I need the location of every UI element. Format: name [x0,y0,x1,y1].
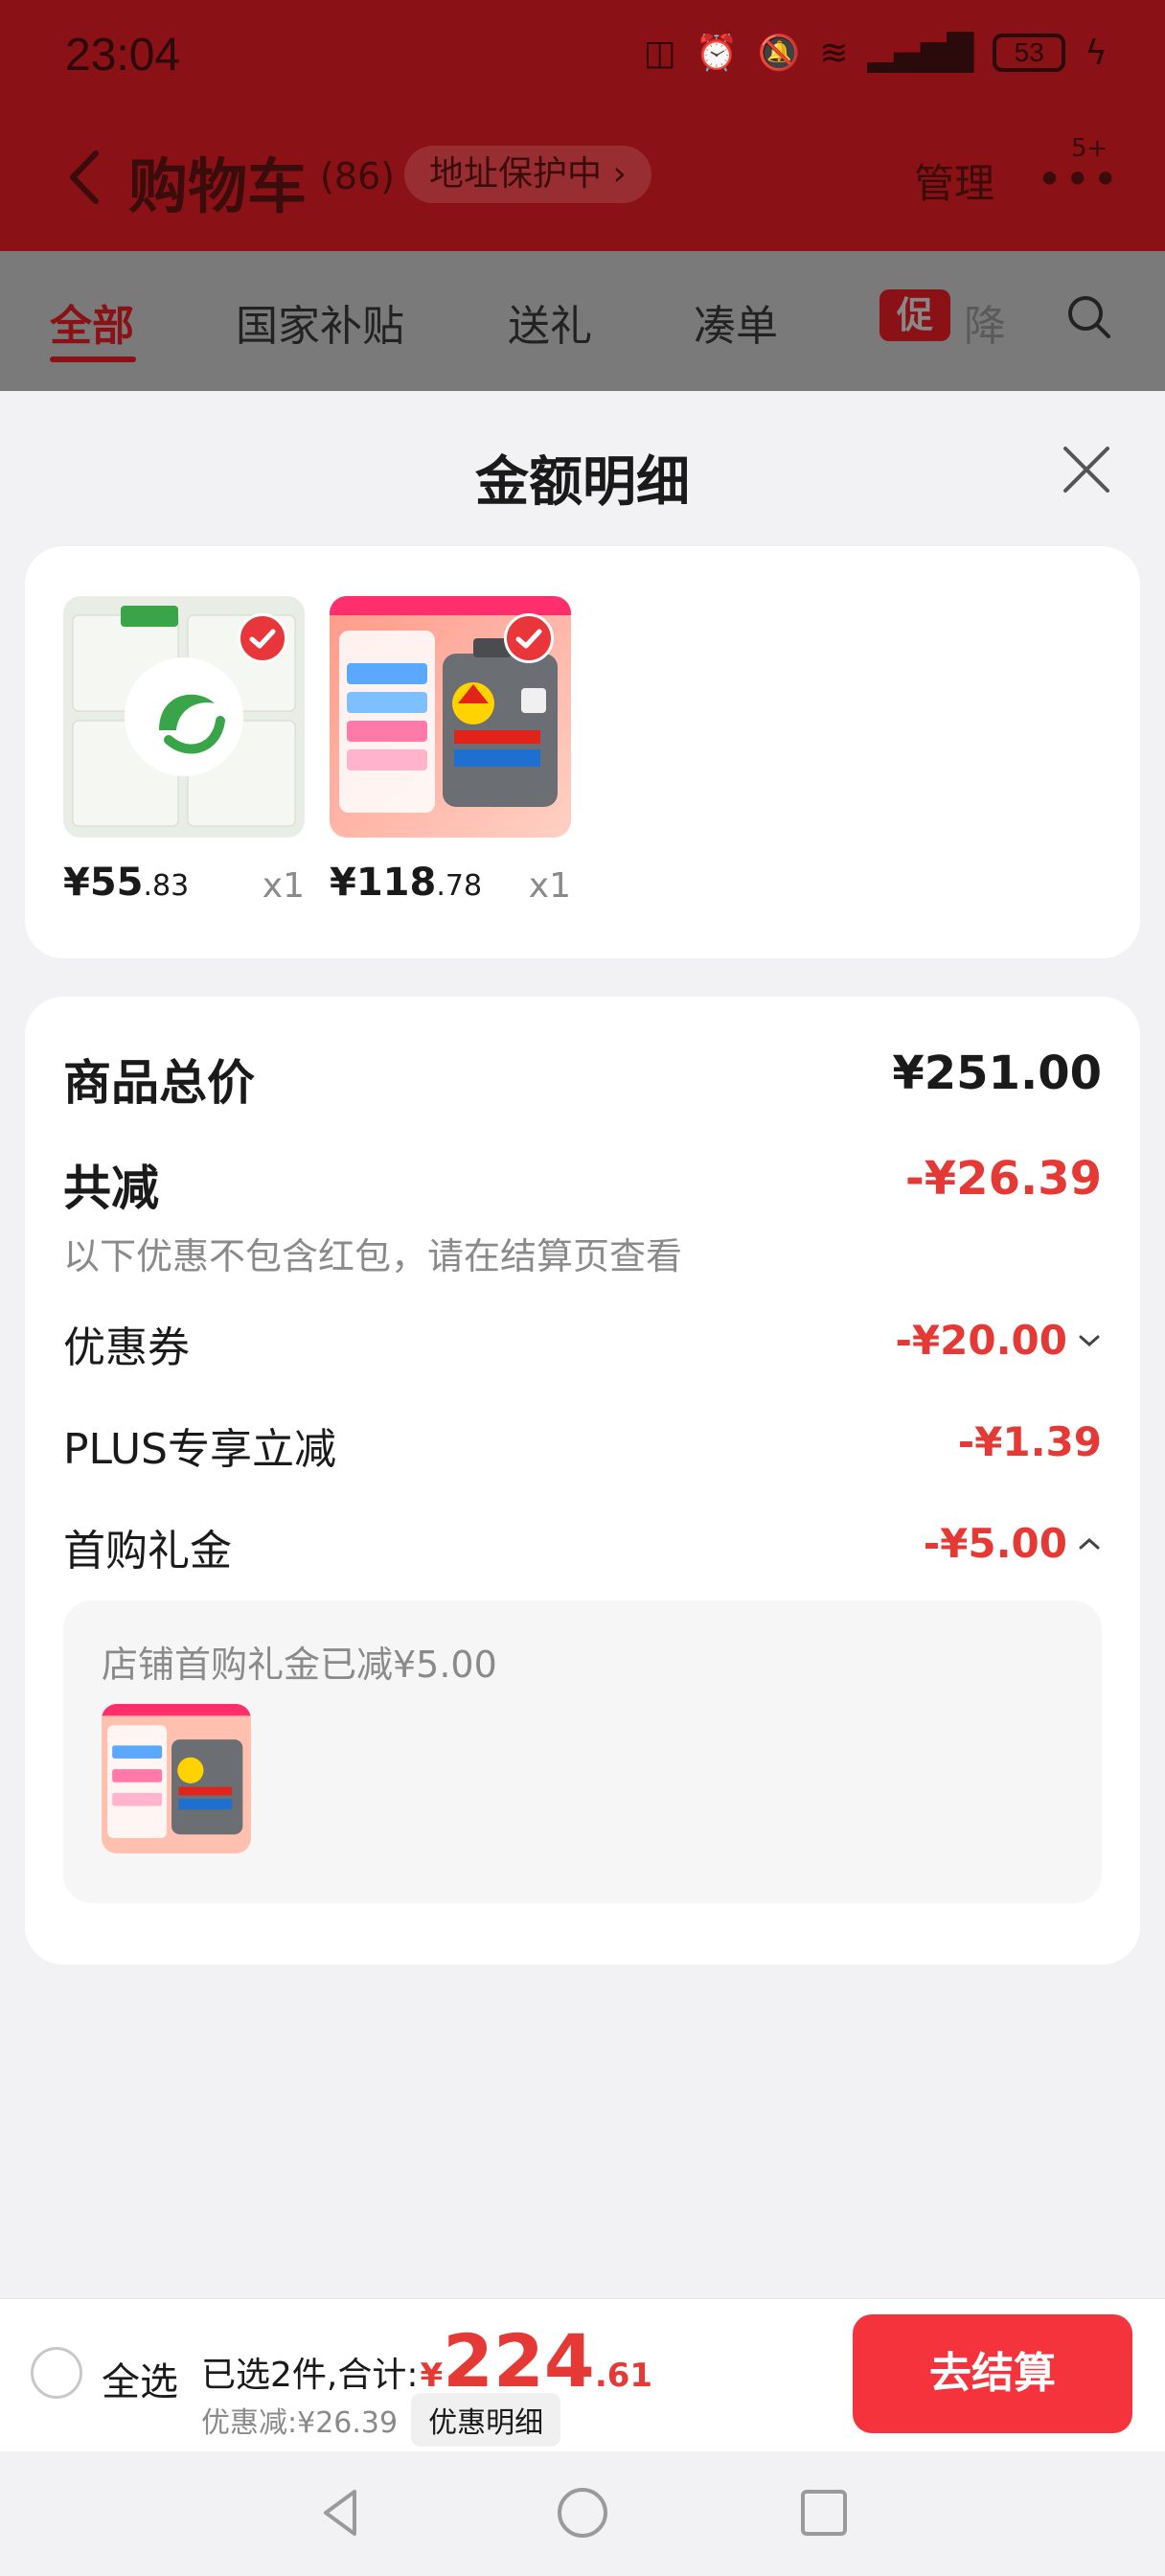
first-purchase-product-thumb[interactable] [102,1704,251,1853]
promo-tag[interactable]: 促 [879,289,950,341]
tab-price-drop[interactable]: 降 [964,291,1006,353]
first-purchase-value-wrap: -¥5.00 [924,1520,1102,1567]
cart-count: (86) [320,155,396,197]
product-image-tissue [63,596,305,838]
category-tabs: 全部 国家补贴 送礼 凑单 促 降 [0,251,1165,391]
sheet-title: 金额明细 [475,451,690,514]
product-quantity: x1 [262,866,305,906]
alarm-icon: ⏰ [695,34,739,73]
total-discount-value: -¥26.39 [904,1152,1102,1206]
selected-check-icon [238,613,287,663]
total-price-row: 商品总价 ¥251.00 [63,1045,1102,1112]
tab-bundle[interactable]: 凑单 [694,291,778,353]
nfc-icon: ◫ [643,33,676,73]
price-integer: 118 [355,861,437,905]
battery-icon: 53 [993,34,1066,72]
chevron-down-icon[interactable] [1077,1331,1102,1350]
coupon-value: -¥20.00 [895,1317,1067,1364]
price-cents: .78 [436,869,483,903]
discount-summary: 优惠减:¥26.39 优惠明细 [201,2393,561,2447]
product-item[interactable]: ¥118.78 x1 [330,596,571,906]
coupon-value-wrap: -¥20.00 [895,1317,1102,1364]
total-summary: 已选2件,合计: ¥ 224 .61 [201,2318,653,2404]
checkout-bar: 全选 已选2件,合计: ¥ 224 .61 优惠减:¥26.39 优惠明细 去结… [0,2298,1165,2451]
coupon-row[interactable]: 优惠券 -¥20.00 [63,1313,1102,1372]
cart-header: 23:04 ◫ ⏰ 🔕 ≋ ▂▄▆█ 53 ϟ 购物车 (86) 地址保护中 ›… [0,0,1165,251]
price-currency: ¥ [330,861,356,905]
product-image-oil [330,596,571,838]
product-price-row: ¥118.78 x1 [330,861,571,918]
status-time: 23:04 [65,30,181,80]
summary-prefix: 已选2件,合计: [201,2356,419,2395]
plus-discount-row: PLUS专享立减 -¥1.39 [63,1414,1102,1474]
total-price-value: ¥251.00 [892,1046,1102,1100]
status-icons: ◫ ⏰ 🔕 ≋ ▂▄▆█ 53 ϟ [643,33,1108,74]
product-item[interactable]: ¥55.83 x1 [63,596,305,906]
system-nav-bar [0,2451,1165,2576]
product-price-row: ¥55.83 x1 [63,861,305,918]
wifi-icon: ≋ [819,33,849,73]
discount-note: 以下优惠不包含红包，请在结算页查看 [63,1235,683,1277]
total-currency: ¥ [420,2357,444,2395]
price-cents: .83 [143,869,190,903]
price-currency: ¥ [63,861,90,905]
charging-icon: ϟ [1085,33,1108,73]
total-integer: 224 [443,2318,595,2404]
address-protection-label: 地址保护中 [429,154,603,194]
select-all-label[interactable]: 全选 [102,2351,178,2406]
message-badge: 5+ [1071,134,1108,163]
price-integer: 55 [89,861,144,905]
selected-products-card: ¥55.83 x1 ¥118.78 x1 [25,546,1140,958]
first-purchase-row[interactable]: 首购礼金 -¥5.00 [63,1516,1102,1576]
close-icon[interactable] [1058,441,1115,498]
total-price-label: 商品总价 [63,1055,255,1111]
nav-recents-icon[interactable] [795,2484,853,2542]
selected-check-icon [504,613,554,663]
price-breakdown-card: 商品总价 ¥251.00 共减 -¥26.39 以下优惠不包含红包，请在结算页查… [25,997,1140,1965]
search-icon[interactable] [1065,293,1113,341]
nav-home-icon[interactable] [554,2484,611,2542]
tab-gift[interactable]: 送礼 [508,291,592,353]
amount-detail-sheet: 金额明细 ¥55.83 x1 ¥118.78 x1 商品总价 ¥251.00 共… [0,391,1165,2298]
tab-all[interactable]: 全部 [50,291,134,353]
manage-button[interactable]: 管理 [914,151,994,210]
tab-national-subsidy[interactable]: 国家补贴 [236,291,404,353]
plus-discount-value: -¥1.39 [957,1418,1102,1465]
total-discount-row: 共减 -¥26.39 以下优惠不包含红包，请在结算页查看 [63,1150,1102,1277]
discount-text: 优惠减:¥26.39 [201,2406,399,2440]
cart-nav-row: 购物车 (86) 地址保护中 › 管理 ••• 5+ [0,134,1165,221]
tab-active-indicator [50,356,136,362]
chevron-up-icon[interactable] [1077,1534,1102,1553]
discount-detail-button[interactable]: 优惠明细 [411,2393,561,2447]
address-protection-pill[interactable]: 地址保护中 › [404,146,651,203]
first-purchase-value: -¥5.00 [923,1520,1067,1567]
first-purchase-detail-box: 店铺首购礼金已减¥5.00 [63,1600,1102,1903]
signal-icon: ▂▄▆█ [867,33,974,73]
nav-back-icon[interactable] [312,2484,370,2542]
mute-icon: 🔕 [757,34,801,73]
select-all-checkbox[interactable] [31,2347,82,2399]
first-purchase-label: 首购礼金 [63,1527,232,1576]
coupon-label: 优惠券 [63,1323,190,1372]
total-cents: .61 [594,2357,653,2395]
first-purchase-note: 店铺首购礼金已减¥5.00 [102,1644,497,1686]
cart-title: 购物车 [128,151,308,221]
status-bar: 23:04 ◫ ⏰ 🔕 ≋ ▂▄▆█ 53 ϟ [0,0,1165,115]
back-arrow-icon[interactable] [57,144,115,211]
product-quantity: x1 [528,866,571,906]
plus-discount-label: PLUS专享立减 [63,1425,336,1474]
checkout-button[interactable]: 去结算 [853,2314,1132,2433]
